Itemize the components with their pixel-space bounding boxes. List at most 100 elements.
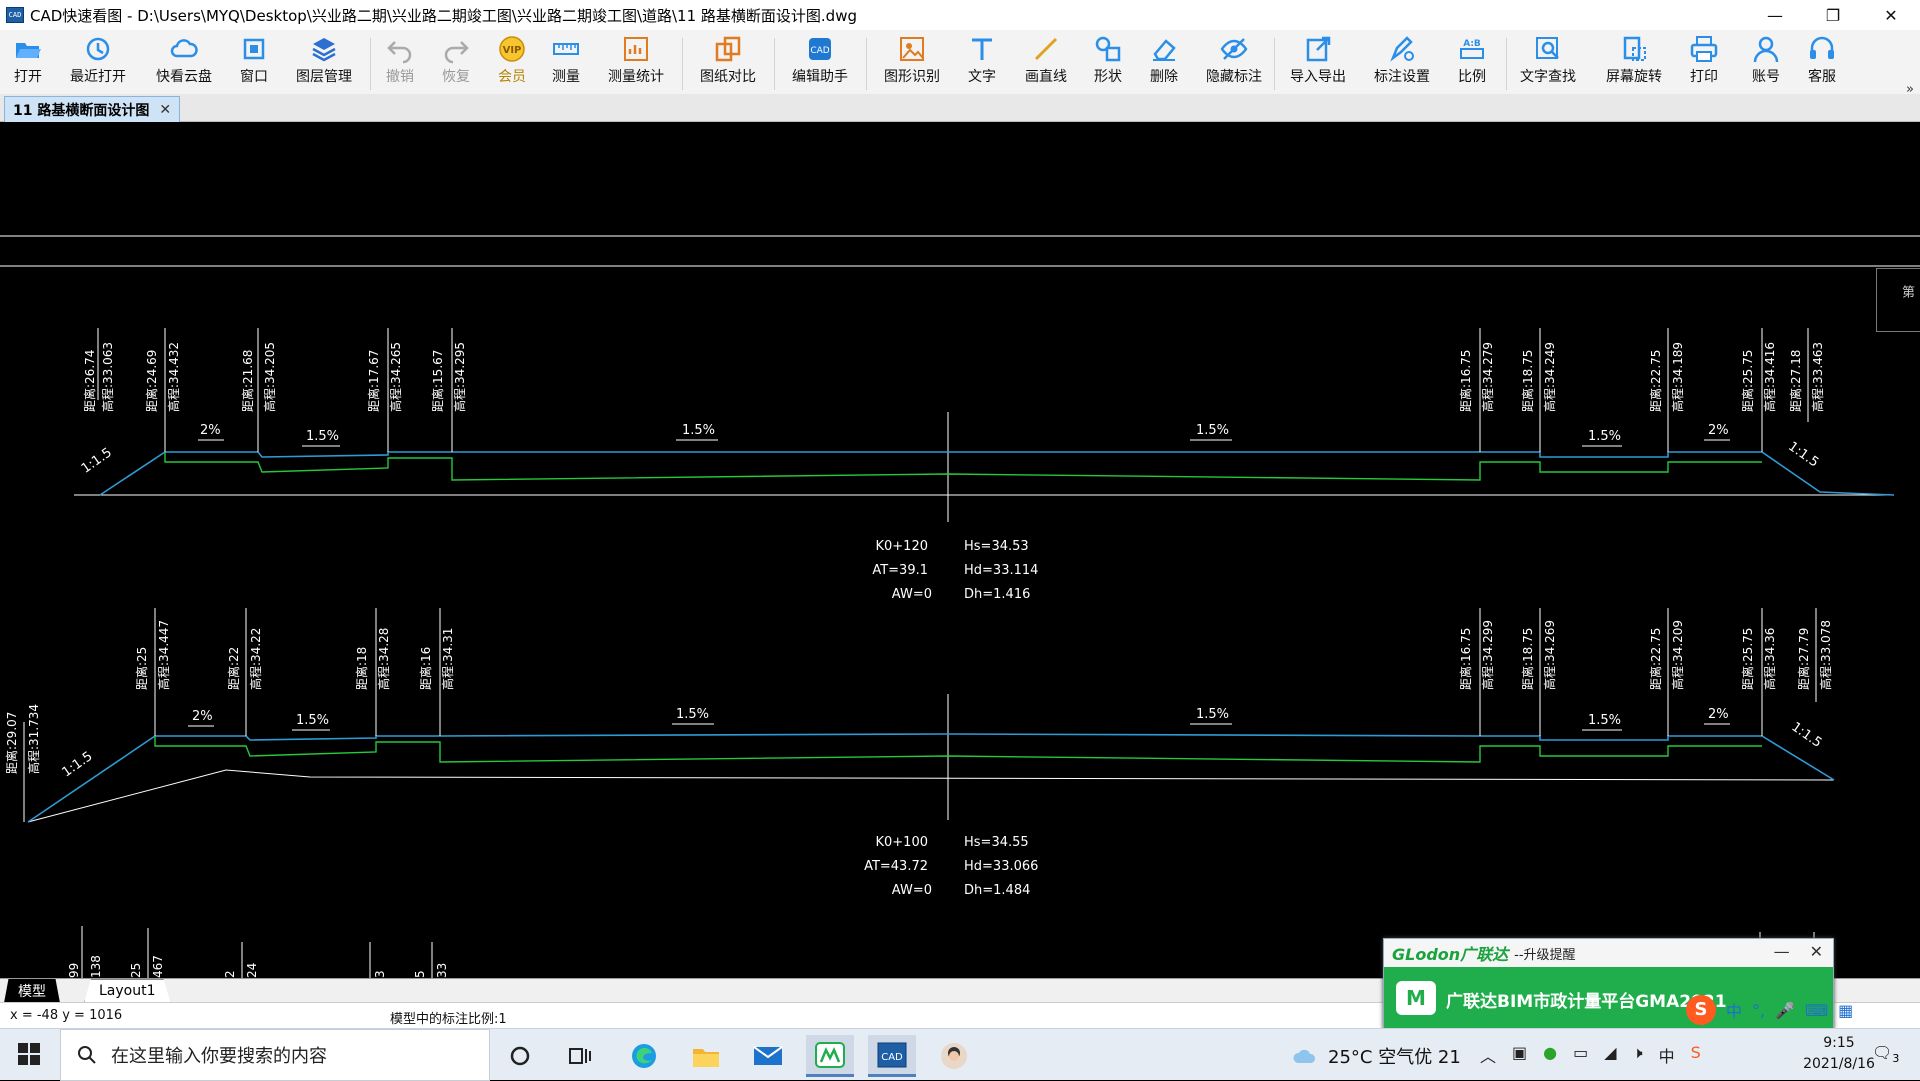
- slope-label: 2%: [1708, 423, 1729, 438]
- tab-layout1[interactable]: Layout1: [84, 979, 171, 1003]
- svg-text:1.5%: 1.5%: [676, 707, 709, 722]
- battery-icon[interactable]: ▭: [1573, 1043, 1588, 1067]
- windows-start-icon[interactable]: [18, 1043, 40, 1065]
- document-tab-close-icon[interactable]: ✕: [159, 102, 171, 118]
- toolbar-cloud-button[interactable]: 快看云盘: [154, 34, 214, 86]
- weather-widget[interactable]: 25°C 空气优 21: [1292, 1043, 1461, 1069]
- ime-punctuation-icon[interactable]: °,: [1752, 1001, 1765, 1020]
- toolbar-measure-button[interactable]: 测量: [536, 34, 596, 86]
- toolbar-redo-button[interactable]: 恢复: [426, 34, 486, 86]
- toolbar-open-button[interactable]: 打开: [0, 34, 58, 86]
- taskbar-clock[interactable]: 9:15 2021/8/16: [1794, 1033, 1884, 1075]
- svg-text:距离:27.79: 距离:27.79: [1796, 628, 1811, 690]
- close-button[interactable]: ✕: [1862, 0, 1920, 30]
- cortana-icon[interactable]: [496, 1035, 544, 1077]
- annotation-settings-icon: [1390, 36, 1414, 62]
- tray-expand-icon[interactable]: ︿: [1480, 1043, 1496, 1067]
- svg-text:高程:34.432: 高程:34.432: [166, 342, 181, 412]
- drawing-canvas[interactable]: 1:1.5 2% 1.5% 1.5% 1.5% 1.5% 2% 1:1.5 距离…: [0, 122, 1920, 1078]
- svg-text:Dh=1.484: Dh=1.484: [964, 883, 1030, 898]
- keyboard-icon[interactable]: ⌨: [1805, 1001, 1828, 1020]
- ime-tray-icon[interactable]: 中: [1659, 1043, 1675, 1067]
- svg-text:1:1.5: 1:1.5: [60, 749, 96, 780]
- window-icon: [243, 38, 265, 60]
- toolbar-scale-button[interactable]: A:B 比例: [1442, 34, 1502, 86]
- glodon-taskbar-icon[interactable]: [806, 1035, 854, 1077]
- toolbar-rotate-screen-button[interactable]: 屏幕旋转: [1604, 34, 1664, 86]
- taskbar-search-box[interactable]: 在这里输入你要搜索的内容: [60, 1029, 490, 1081]
- toolbar-text-button[interactable]: 文字: [952, 34, 1012, 86]
- sogou-ime-icon[interactable]: S: [1686, 995, 1716, 1025]
- svg-text:高程:33.078: 高程:33.078: [1818, 620, 1833, 690]
- toolbar-edit-assistant-button[interactable]: CAD 编辑助手: [790, 34, 850, 86]
- layers-icon: [312, 38, 336, 62]
- tray-app-icon[interactable]: ▣: [1512, 1043, 1527, 1067]
- toolbar-hide-annotation-button[interactable]: 隐藏标注: [1204, 34, 1264, 86]
- toolbar-shape-button[interactable]: 形状: [1078, 34, 1138, 86]
- tray-360-icon[interactable]: ●: [1543, 1043, 1557, 1067]
- taskbar: 在这里输入你要搜索的内容 CAD 25°C 空气优 21 ︿ ▣ ● ▭ ◢ 🕨…: [0, 1028, 1920, 1081]
- toolbar-window-button[interactable]: 窗口: [224, 34, 284, 86]
- task-view-icon[interactable]: [556, 1035, 604, 1077]
- user-app-taskbar-icon[interactable]: [930, 1035, 978, 1077]
- ime-language[interactable]: 中: [1726, 998, 1742, 1022]
- svg-text:2%: 2%: [1708, 707, 1729, 722]
- svg-text:1.5%: 1.5%: [1588, 713, 1621, 728]
- file-explorer-icon[interactable]: [682, 1035, 730, 1077]
- side-panel-toggle[interactable]: 第: [1876, 268, 1920, 332]
- toolbar-delete-button[interactable]: 删除: [1134, 34, 1194, 86]
- toolbar-layers-button[interactable]: 图层管理: [294, 34, 354, 86]
- tab-model[interactable]: 模型: [4, 979, 60, 1003]
- popup-body-text: 广联达BIM市政计量平台GMA2021: [1446, 991, 1727, 1012]
- toolbar-vip-button[interactable]: VIP 会员: [482, 34, 542, 86]
- toolbar-account-button[interactable]: 账号: [1736, 34, 1796, 86]
- svg-text:467: 467: [151, 955, 165, 978]
- toolbar-line-button[interactable]: 画直线: [1016, 34, 1076, 86]
- toolbar-compare-button[interactable]: 图纸对比: [698, 34, 758, 86]
- slope-label: 1.5%: [306, 429, 339, 444]
- document-tab-label: 11 路基横断面设计图: [13, 102, 150, 119]
- toolbar-shape-recognition-button[interactable]: 图形识别: [882, 34, 942, 86]
- folder-open-icon: [16, 43, 41, 58]
- wifi-icon[interactable]: ◢: [1604, 1043, 1616, 1067]
- toolbar-recent-button[interactable]: 最近打开: [68, 34, 128, 86]
- toolbar-import-export-button[interactable]: 导入导出: [1288, 34, 1348, 86]
- toolbar-support-button[interactable]: 客服: [1792, 34, 1852, 86]
- document-tab[interactable]: 11 路基横断面设计图 ✕: [4, 96, 181, 122]
- svg-text:高程:34.299: 高程:34.299: [1480, 620, 1495, 690]
- cad-viewer-taskbar-icon[interactable]: CAD: [868, 1035, 916, 1077]
- toolbar-annotation-settings-button[interactable]: 标注设置: [1372, 34, 1432, 86]
- volume-icon[interactable]: 🕨: [1633, 1043, 1643, 1067]
- restore-button[interactable]: ❐: [1804, 0, 1862, 30]
- svg-text:Hd=33.114: Hd=33.114: [964, 563, 1038, 578]
- toolbar-measure-stats-button[interactable]: 测量统计: [606, 34, 666, 86]
- sogou-tray-icon[interactable]: S: [1691, 1043, 1701, 1067]
- system-tray: ︿ ▣ ● ▭ ◢ 🕨 中 S: [1480, 1043, 1701, 1067]
- slope-label: 2%: [200, 423, 221, 438]
- svg-text:CAD: CAD: [810, 46, 829, 56]
- microphone-icon[interactable]: 🎤: [1775, 1001, 1795, 1020]
- svg-text:2%: 2%: [192, 709, 213, 724]
- popup-minimize-button[interactable]: —: [1774, 942, 1790, 961]
- mail-icon[interactable]: [744, 1035, 792, 1077]
- slope-label: 1.5%: [1196, 423, 1229, 438]
- clock-date: 2021/8/16: [1803, 1056, 1875, 1072]
- search-placeholder: 在这里输入你要搜索的内容: [111, 1046, 327, 1067]
- svg-text:距离:25.75: 距离:25.75: [1740, 350, 1755, 412]
- ime-menu-icon[interactable]: ▦: [1838, 1001, 1853, 1020]
- svg-text:高程:34.416: 高程:34.416: [1762, 342, 1777, 412]
- svg-text:Dh=1.416: Dh=1.416: [964, 587, 1030, 602]
- svg-text:Hs=34.55: Hs=34.55: [964, 835, 1029, 850]
- popup-close-button[interactable]: ✕: [1810, 942, 1823, 961]
- edge-browser-icon[interactable]: [620, 1035, 668, 1077]
- clock-time: 9:15: [1823, 1035, 1855, 1051]
- cross-section-2: 1:1.5 2% 1.5% 1.5% 1.5% 1.5% 2% 1:1.5 距离…: [4, 608, 1835, 898]
- toolbar-print-button[interactable]: 打印: [1674, 34, 1734, 86]
- import-export-icon: [1306, 36, 1331, 62]
- toolbar-text-search-button[interactable]: 文字查找: [1518, 34, 1578, 86]
- notification-center-icon[interactable]: 🗨3: [1872, 1043, 1899, 1065]
- printer-icon: [1690, 36, 1718, 62]
- svg-text:距离:16: 距离:16: [418, 647, 433, 690]
- minimize-button[interactable]: —: [1746, 0, 1804, 30]
- toolbar-undo-button[interactable]: 撤销: [370, 34, 430, 86]
